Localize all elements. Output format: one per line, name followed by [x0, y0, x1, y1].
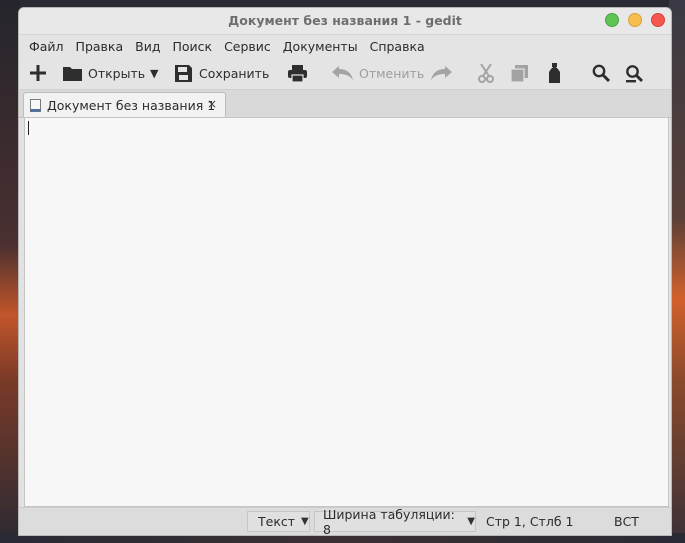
minimize-button[interactable] — [605, 13, 619, 27]
print-button[interactable] — [288, 57, 307, 89]
text-editor-area[interactable] — [24, 117, 669, 507]
language-selector[interactable]: Текст ▼ — [247, 511, 310, 532]
menu-search[interactable]: Поиск — [166, 39, 218, 54]
tab-bar: Документ без названия 1 × — [19, 90, 671, 118]
printer-icon — [288, 64, 307, 82]
maximize-button[interactable] — [628, 13, 642, 27]
search-icon — [592, 64, 610, 82]
toolbar: Открыть ▼ Сохранить Отменить — [19, 57, 671, 90]
chevron-down-icon: ▼ — [467, 516, 475, 527]
menu-edit[interactable]: Правка — [70, 39, 130, 54]
redo-button[interactable] — [430, 57, 452, 89]
tab-untitled-document[interactable]: Документ без названия 1 × — [23, 92, 226, 117]
menu-tools[interactable]: Сервис — [218, 39, 277, 54]
title-bar[interactable]: Документ без названия 1 - gedit — [19, 8, 671, 35]
open-label: Открыть — [88, 65, 146, 81]
desktop-background-left — [0, 0, 20, 543]
insert-mode: ВСТ — [614, 514, 639, 529]
menu-bar: Файл Правка Вид Поиск Сервис Документы С… — [19, 35, 671, 57]
tab-width-label: Ширина табуляции: 8 — [323, 506, 455, 536]
cursor-position: Стр 1, Стлб 1 — [486, 514, 574, 529]
copy-button[interactable] — [511, 57, 528, 89]
save-icon — [175, 64, 192, 82]
undo-button[interactable]: Отменить — [332, 57, 424, 89]
save-label: Сохранить — [199, 65, 270, 81]
menu-view[interactable]: Вид — [129, 39, 166, 54]
paste-button[interactable] — [549, 57, 560, 89]
language-label: Текст — [258, 514, 296, 529]
find-button[interactable] — [592, 57, 610, 89]
gedit-window: Документ без названия 1 - gedit Файл Пра… — [18, 7, 672, 536]
menu-help[interactable]: Справка — [364, 39, 431, 54]
tab-label: Документ без названия 1 — [47, 97, 216, 113]
window-title: Документ без названия 1 - gedit — [228, 13, 462, 28]
plus-icon — [30, 65, 46, 81]
save-button[interactable]: Сохранить — [175, 57, 269, 89]
open-recent-dropdown[interactable]: ▼ — [150, 57, 158, 89]
new-document-button[interactable] — [29, 57, 47, 89]
window-controls — [605, 13, 665, 27]
cut-button[interactable] — [478, 57, 494, 89]
chevron-down-icon: ▼ — [150, 66, 159, 80]
status-bar: Текст ▼ Ширина табуляции: 8 ▼ Стр 1, Стл… — [19, 507, 671, 535]
undo-label: Отменить — [359, 65, 425, 81]
paste-icon — [549, 63, 560, 83]
document-icon — [30, 98, 41, 112]
scissors-icon — [478, 63, 494, 83]
tab-width-selector[interactable]: Ширина табуляции: 8 ▼ — [314, 507, 476, 535]
find-replace-button[interactable] — [625, 57, 644, 89]
close-tab-icon[interactable]: × — [207, 97, 217, 111]
search-replace-icon — [626, 64, 644, 82]
folder-icon — [63, 66, 82, 81]
text-cursor — [28, 121, 29, 135]
copy-icon — [511, 64, 528, 82]
close-window-button[interactable] — [651, 13, 665, 27]
menu-file[interactable]: Файл — [23, 39, 70, 54]
open-button[interactable]: Открыть — [63, 57, 145, 89]
menu-documents[interactable]: Документы — [277, 39, 364, 54]
chevron-down-icon: ▼ — [301, 516, 309, 527]
redo-icon — [431, 66, 452, 80]
undo-icon — [332, 66, 353, 80]
